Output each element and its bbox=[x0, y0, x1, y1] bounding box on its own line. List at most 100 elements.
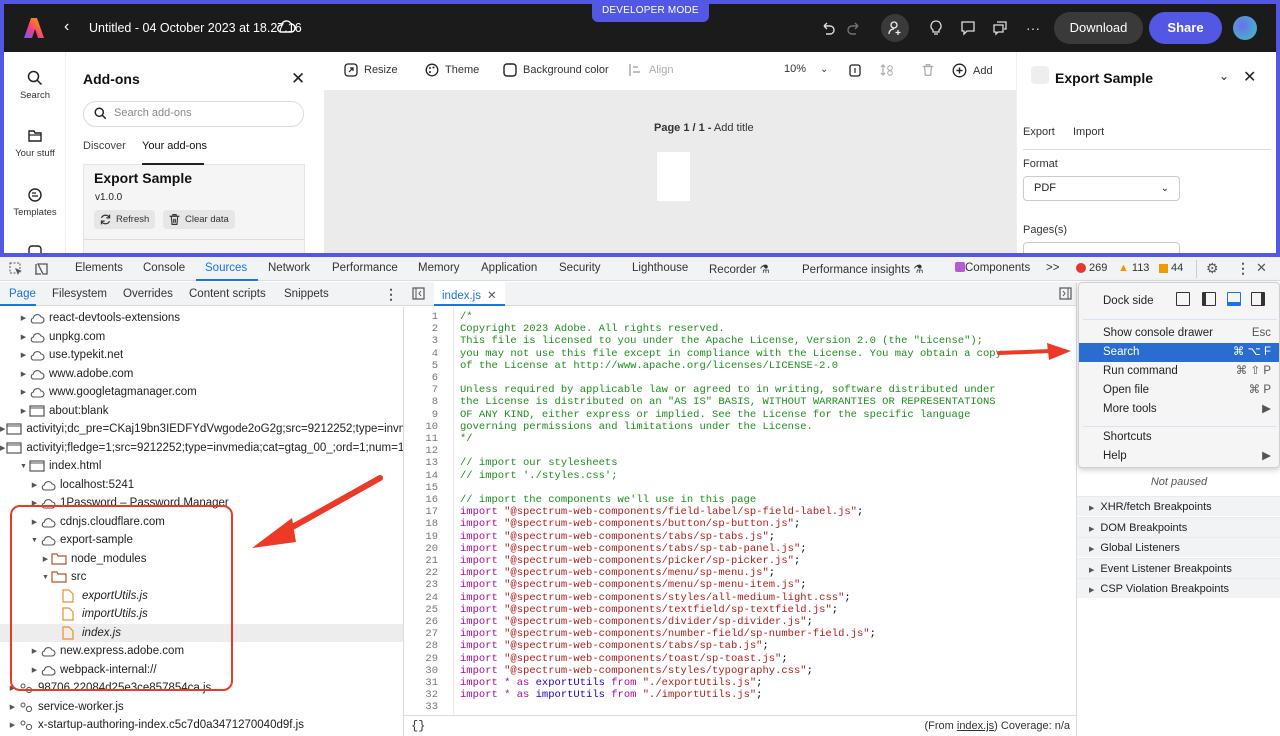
undock-icon[interactable] bbox=[1176, 292, 1190, 306]
breakpoint-section[interactable]: ▶ DOM Breakpoints bbox=[1077, 516, 1280, 537]
collapsed-triangle-icon[interactable]: ▶ bbox=[19, 388, 28, 396]
close-tab-icon[interactable]: ✕ bbox=[487, 290, 497, 302]
collapsed-triangle-icon[interactable]: ▶ bbox=[8, 703, 17, 711]
line-number[interactable]: 2 bbox=[404, 323, 438, 335]
tab-security[interactable]: Security bbox=[559, 262, 601, 274]
menu-item[interactable]: Help ▶ bbox=[1079, 447, 1279, 466]
reorder-icon[interactable] bbox=[880, 63, 894, 77]
menu-item[interactable]: Run command ⌘ ⇧ P bbox=[1079, 362, 1279, 381]
toggle-debugger-icon[interactable] bbox=[1059, 287, 1072, 300]
line-number[interactable]: 19 bbox=[404, 531, 438, 543]
collapsed-triangle-icon[interactable]: ▶ bbox=[19, 351, 28, 359]
line-number[interactable]: 1 bbox=[404, 311, 438, 323]
line-number[interactable]: 15 bbox=[404, 482, 438, 494]
tab-performance-insights[interactable]: Performance insights ⚗ bbox=[802, 262, 924, 276]
close-icon[interactable]: ✕ bbox=[1243, 67, 1256, 87]
tab-lighthouse[interactable]: Lighthouse bbox=[632, 262, 688, 274]
tree-item[interactable]: ▶ react-devtools-extensions bbox=[0, 309, 403, 328]
pretty-print-button[interactable]: {} bbox=[411, 719, 425, 733]
menu-item[interactable]: Open file ⌘ P bbox=[1079, 381, 1279, 400]
breakpoint-section[interactable]: ▶ CSP Violation Breakpoints bbox=[1077, 578, 1280, 598]
inspect-element-icon[interactable] bbox=[9, 262, 23, 276]
menu-item[interactable]: Shortcuts bbox=[1079, 428, 1279, 447]
source-file-link[interactable]: index.js bbox=[957, 720, 994, 732]
line-number[interactable]: 20 bbox=[404, 543, 438, 555]
warnings-badge[interactable]: ▲ 113 bbox=[1118, 262, 1149, 274]
clear-data-button[interactable]: Clear data bbox=[163, 210, 235, 229]
tree-item[interactable]: ▶ unpkg.com bbox=[0, 328, 403, 347]
comments-thread-icon[interactable] bbox=[988, 16, 1012, 40]
line-number[interactable]: 12 bbox=[404, 445, 438, 457]
customize-menu-icon[interactable]: ⋮ bbox=[1236, 260, 1250, 277]
tree-item[interactable]: ▶ activityi;fledge=1;src=9212252;type=inv… bbox=[0, 439, 403, 458]
zoom-dropdown[interactable]: 10% ⌄ bbox=[784, 63, 828, 75]
add-button[interactable]: Add bbox=[952, 63, 993, 78]
tree-item[interactable]: ▶ www.adobe.com bbox=[0, 365, 403, 384]
navigator-menu-icon[interactable]: ⋮ bbox=[384, 286, 398, 303]
more-icon[interactable]: ··· bbox=[1021, 16, 1045, 40]
tree-item[interactable]: ▶ www.googletagmanager.com bbox=[0, 383, 403, 402]
dock-bottom-icon[interactable] bbox=[1227, 292, 1241, 306]
line-number[interactable]: 11 bbox=[404, 433, 438, 445]
toggle-navigator-icon[interactable] bbox=[412, 287, 425, 300]
line-number[interactable]: 32 bbox=[404, 689, 438, 701]
code-editor[interactable]: 1 /* 2 Copyright 2023 Adobe. All rights res… bbox=[404, 307, 1076, 715]
line-number[interactable]: 10 bbox=[404, 421, 438, 433]
undo-icon[interactable] bbox=[816, 16, 840, 40]
tab-sources[interactable]: Sources bbox=[205, 262, 247, 274]
line-number[interactable]: 17 bbox=[404, 506, 438, 518]
line-number[interactable]: 4 bbox=[404, 348, 438, 360]
subtab-content-scripts[interactable]: Content scripts bbox=[189, 288, 266, 300]
line-number[interactable]: 26 bbox=[404, 616, 438, 628]
tab-elements[interactable]: Elements bbox=[75, 262, 123, 274]
line-number[interactable]: 5 bbox=[404, 360, 438, 372]
subtab-overrides[interactable]: Overrides bbox=[123, 288, 173, 300]
adobe-express-logo[interactable] bbox=[22, 16, 46, 40]
tab-application[interactable]: Application bbox=[481, 262, 537, 274]
tree-item[interactable]: ▶ x-startup-authoring-index.c5c7d0a347127… bbox=[0, 716, 403, 735]
line-number[interactable]: 27 bbox=[404, 628, 438, 640]
tree-item[interactable]: ▶ service-worker.js bbox=[0, 698, 403, 717]
tab-network[interactable]: Network bbox=[268, 262, 310, 274]
tab-memory[interactable]: Memory bbox=[418, 262, 460, 274]
tree-item[interactable]: ▼ index.html bbox=[0, 457, 403, 476]
share-button[interactable]: Share bbox=[1149, 12, 1222, 44]
add-title-link[interactable]: Add title bbox=[711, 122, 754, 134]
line-number[interactable]: 31 bbox=[404, 677, 438, 689]
tree-item[interactable]: ▶ use.typekit.net bbox=[0, 346, 403, 365]
subtab-snippets[interactable]: Snippets bbox=[284, 288, 329, 300]
pages-select[interactable] bbox=[1023, 242, 1180, 253]
page-thumbnail[interactable] bbox=[657, 152, 690, 201]
breakpoint-section[interactable]: ▶ XHR/fetch Breakpoints bbox=[1077, 496, 1280, 516]
tab-performance[interactable]: Performance bbox=[332, 262, 398, 274]
breakpoint-section[interactable]: ▶ Global Listeners bbox=[1077, 537, 1280, 557]
more-tabs-button[interactable]: >> bbox=[1046, 262, 1059, 274]
tab-import[interactable]: Import bbox=[1073, 126, 1104, 138]
line-number[interactable]: 22 bbox=[404, 567, 438, 579]
editor-tab-index-js[interactable]: index.js ✕ bbox=[434, 282, 505, 306]
document-title[interactable]: Untitled - 04 October 2023 at 18.27.16 bbox=[89, 21, 302, 35]
dock-right-icon[interactable] bbox=[1251, 292, 1265, 306]
collapsed-triangle-icon[interactable]: ▶ bbox=[19, 314, 28, 322]
rail-item-templates[interactable]: Templates bbox=[4, 187, 66, 218]
collapsed-triangle-icon[interactable]: ▶ bbox=[30, 481, 39, 489]
breakpoint-section[interactable]: ▶ Event Listener Breakpoints bbox=[1077, 557, 1280, 578]
line-number[interactable]: 29 bbox=[404, 653, 438, 665]
tab-recorder[interactable]: Recorder ⚗ bbox=[709, 262, 770, 276]
issues-badge[interactable]: 44 bbox=[1159, 262, 1183, 274]
tab-components[interactable]: Components bbox=[955, 262, 1030, 274]
tree-item[interactable]: ▶ localhost:5241 bbox=[0, 476, 403, 495]
pages-icon[interactable] bbox=[848, 63, 862, 77]
delete-icon[interactable] bbox=[921, 63, 935, 77]
expanded-triangle-icon[interactable]: ▼ bbox=[19, 463, 28, 470]
theme-button[interactable]: Theme bbox=[425, 63, 479, 77]
close-devtools-icon[interactable]: ✕ bbox=[1256, 260, 1267, 276]
line-number[interactable]: 25 bbox=[404, 604, 438, 616]
download-button[interactable]: Download bbox=[1054, 12, 1143, 44]
line-number[interactable]: 6 bbox=[404, 372, 438, 384]
dock-left-icon[interactable] bbox=[1202, 292, 1216, 306]
line-number[interactable]: 18 bbox=[404, 518, 438, 530]
errors-badge[interactable]: 269 bbox=[1076, 262, 1107, 274]
menu-item[interactable]: Search ⌘ ⌥ F bbox=[1079, 343, 1279, 362]
line-number[interactable]: 24 bbox=[404, 592, 438, 604]
